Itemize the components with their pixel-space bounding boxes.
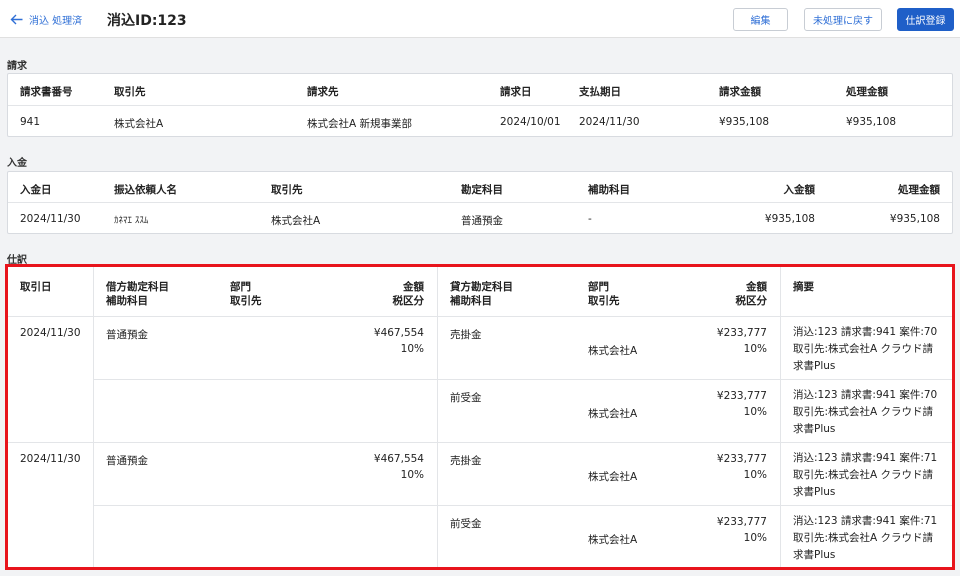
column-header-credit-tax: 税区分 bbox=[735, 295, 768, 307]
payment-partner: 株式会社A bbox=[271, 215, 321, 227]
memo-text: 消込:123 請求書:941 案件:71 取引先:株式会社A クラウド請求書Pl… bbox=[793, 515, 938, 561]
column-header: 取引先 bbox=[114, 86, 146, 98]
invoice-processed-amount: ¥935,108 bbox=[846, 116, 897, 128]
back-link[interactable]: 消込 処理済 bbox=[10, 12, 82, 27]
credit-amount: ¥233,777 bbox=[716, 516, 767, 528]
credit-amount: ¥233,777 bbox=[716, 453, 767, 465]
column-header-credit-account: 貸方勘定科目 bbox=[450, 281, 513, 293]
table-row: 2024/11/30 ｶﾈﾏｴ ｽｽﾑ 株式会社A 普通預金 - ¥935,10… bbox=[8, 203, 952, 235]
column-header: 請求先 bbox=[307, 86, 339, 98]
credit-amount: ¥233,777 bbox=[716, 327, 767, 339]
register-journal-button[interactable]: 仕訳登録 bbox=[897, 8, 954, 31]
invoice-amount: ¥935,108 bbox=[719, 116, 770, 128]
column-header-memo: 摘要 bbox=[793, 281, 814, 293]
invoice-date: 2024/10/01 bbox=[500, 116, 561, 128]
arrow-left-icon bbox=[10, 14, 23, 25]
table-row: 941 株式会社A 株式会社A 新規事業部 2024/10/01 2024/11… bbox=[8, 106, 952, 138]
column-header: 入金日 bbox=[20, 184, 52, 196]
column-divider bbox=[437, 267, 438, 569]
payment-table: 入金日 振込依頼人名 取引先 勘定科目 補助科目 入金額 処理金額 2024/1… bbox=[7, 171, 953, 234]
column-header: 請求金額 bbox=[719, 86, 761, 98]
memo-text: 消込:123 請求書:941 案件:70 取引先:株式会社A クラウド請求書Pl… bbox=[793, 326, 938, 372]
row-divider bbox=[8, 316, 954, 317]
payment-processed-amount: ¥935,108 bbox=[889, 213, 940, 225]
column-header-debit-sub: 補助科目 bbox=[106, 295, 148, 307]
payment-sub-account: - bbox=[588, 213, 592, 225]
column-header: 勘定科目 bbox=[461, 184, 503, 196]
invoice-partner: 株式会社A bbox=[114, 118, 164, 130]
invoice-billing-to: 株式会社A 新規事業部 bbox=[307, 118, 413, 130]
column-header: 補助科目 bbox=[588, 184, 630, 196]
column-header-debit-tax: 税区分 bbox=[392, 295, 425, 307]
column-header-credit-partner: 取引先 bbox=[588, 295, 620, 307]
credit-tax: 10% bbox=[743, 406, 767, 418]
column-divider bbox=[93, 267, 94, 569]
column-header: 支払期日 bbox=[579, 86, 621, 98]
column-header: 取引先 bbox=[271, 184, 303, 196]
column-header: 振込依頼人名 bbox=[114, 184, 177, 196]
credit-account: 前受金 bbox=[450, 518, 482, 530]
credit-account: 売掛金 bbox=[450, 329, 482, 341]
credit-partner: 株式会社A bbox=[588, 345, 638, 357]
credit-account: 前受金 bbox=[450, 392, 482, 404]
column-header-credit-dept: 部門 bbox=[588, 281, 609, 293]
column-header-debit-dept: 部門 bbox=[230, 281, 251, 293]
payment-amount: ¥935,108 bbox=[764, 213, 815, 225]
column-header: 処理金額 bbox=[846, 86, 888, 98]
debit-account: 普通預金 bbox=[106, 455, 148, 467]
row-divider bbox=[93, 505, 954, 506]
credit-tax: 10% bbox=[743, 343, 767, 355]
credit-partner: 株式会社A bbox=[588, 408, 638, 420]
page-title: 消込ID:123 bbox=[107, 13, 187, 29]
payer-name: ｶﾈﾏｴ ｽｽﾑ bbox=[114, 216, 149, 226]
credit-tax: 10% bbox=[743, 469, 767, 481]
journal-table: 取引日 借方勘定科目 補助科目 部門 取引先 金額 税区分 貸方勘定科目 補助科… bbox=[7, 266, 954, 569]
debit-tax: 10% bbox=[400, 343, 424, 355]
column-header: 請求日 bbox=[500, 86, 532, 98]
column-header: 請求書番号 bbox=[20, 86, 73, 98]
table-header-row: 入金日 振込依頼人名 取引先 勘定科目 補助科目 入金額 処理金額 bbox=[8, 172, 952, 203]
row-divider bbox=[8, 442, 954, 443]
entry-date: 2024/11/30 bbox=[20, 453, 81, 465]
column-divider bbox=[780, 267, 781, 569]
column-header: 処理金額 bbox=[898, 184, 940, 196]
invoice-section-label: 請求 bbox=[7, 61, 27, 72]
invoice-table: 請求書番号 取引先 請求先 請求日 支払期日 請求金額 処理金額 941 株式会… bbox=[7, 73, 953, 137]
payment-account: 普通預金 bbox=[461, 215, 503, 227]
credit-amount: ¥233,777 bbox=[716, 390, 767, 402]
page-header: 消込 処理済 消込ID:123 編集 未処理に戻す 仕訳登録 bbox=[0, 0, 960, 38]
journal-section-label: 仕訳 bbox=[7, 255, 27, 266]
column-header-debit-account: 借方勘定科目 bbox=[106, 281, 169, 293]
debit-amount: ¥467,554 bbox=[373, 327, 424, 339]
back-link-label: 消込 処理済 bbox=[29, 16, 83, 27]
revert-button[interactable]: 未処理に戻す bbox=[804, 8, 882, 31]
invoice-due-date: 2024/11/30 bbox=[579, 116, 640, 128]
edit-button[interactable]: 編集 bbox=[733, 8, 788, 31]
invoice-number: 941 bbox=[20, 116, 41, 128]
column-header: 入金額 bbox=[783, 184, 816, 196]
credit-partner: 株式会社A bbox=[588, 471, 638, 483]
column-header-date: 取引日 bbox=[20, 281, 52, 293]
credit-account: 売掛金 bbox=[450, 455, 482, 467]
credit-tax: 10% bbox=[743, 532, 767, 544]
debit-amount: ¥467,554 bbox=[373, 453, 424, 465]
payment-section-label: 入金 bbox=[7, 158, 27, 169]
entry-date: 2024/11/30 bbox=[20, 327, 81, 339]
column-header-debit-amount: 金額 bbox=[403, 281, 424, 293]
debit-tax: 10% bbox=[400, 469, 424, 481]
row-divider bbox=[93, 379, 954, 380]
column-header-debit-partner: 取引先 bbox=[230, 295, 262, 307]
memo-text: 消込:123 請求書:941 案件:70 取引先:株式会社A クラウド請求書Pl… bbox=[793, 389, 938, 435]
payment-date: 2024/11/30 bbox=[20, 213, 81, 225]
column-header-credit-amount: 金額 bbox=[746, 281, 767, 293]
column-header-credit-sub: 補助科目 bbox=[450, 295, 492, 307]
memo-text: 消込:123 請求書:941 案件:71 取引先:株式会社A クラウド請求書Pl… bbox=[793, 452, 938, 498]
debit-account: 普通預金 bbox=[106, 329, 148, 341]
table-header-row: 請求書番号 取引先 請求先 請求日 支払期日 請求金額 処理金額 bbox=[8, 74, 952, 106]
credit-partner: 株式会社A bbox=[588, 534, 638, 546]
